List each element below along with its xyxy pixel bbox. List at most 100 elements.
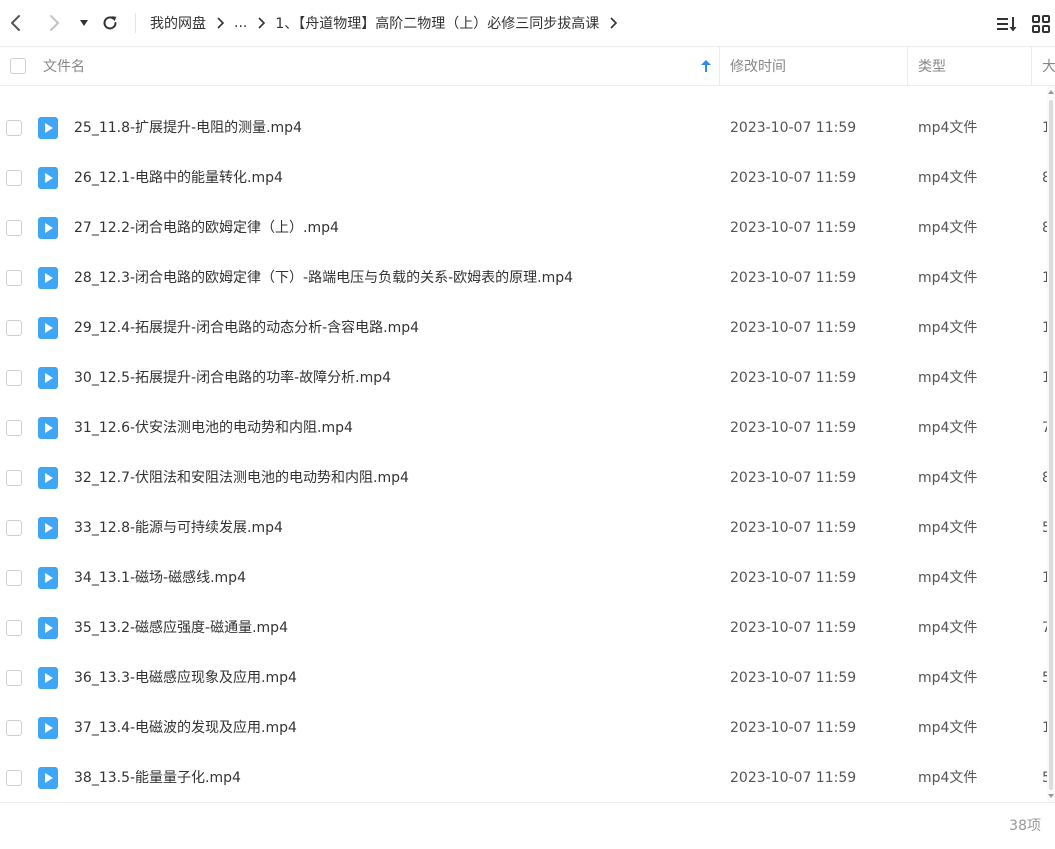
file-type: mp4文件 bbox=[918, 570, 978, 586]
row-checkbox[interactable] bbox=[6, 270, 22, 286]
file-name[interactable]: 34_13.1-磁场-磁感线.mp4 bbox=[74, 553, 246, 603]
column-divider[interactable] bbox=[907, 47, 908, 85]
row-checkbox[interactable] bbox=[6, 620, 22, 636]
top-navigation-bar: 我的网盘 ... 1、【舟道物理】高阶二物理（上）必修三同步拔高课 bbox=[0, 0, 1055, 46]
column-divider[interactable] bbox=[1031, 47, 1032, 85]
row-checkbox[interactable] bbox=[6, 370, 22, 386]
row-checkbox[interactable] bbox=[6, 420, 22, 436]
grid-view-button[interactable] bbox=[1028, 11, 1054, 37]
chevron-right-icon bbox=[50, 15, 59, 31]
row-checkbox[interactable] bbox=[6, 220, 22, 236]
file-type: mp4文件 bbox=[918, 470, 978, 486]
chevron-left-icon bbox=[11, 15, 20, 31]
file-row[interactable]: 38_13.5-能量量子化.mp4 2023-10-07 11:59 mp4文件 5 bbox=[0, 753, 1047, 802]
file-modified-time: 2023-10-07 11:59 bbox=[730, 420, 857, 436]
row-checkbox[interactable] bbox=[6, 170, 22, 186]
file-row[interactable]: 37_13.4-电磁波的发现及应用.mp4 2023-10-07 11:59 mp4… bbox=[0, 703, 1047, 753]
file-row[interactable]: 33_12.8-能源与可持续发展.mp4 2023-10-07 11:59 mp4文… bbox=[0, 503, 1047, 553]
video-file-icon bbox=[38, 467, 58, 489]
column-header-name[interactable]: 文件名 bbox=[43, 47, 85, 85]
file-name[interactable]: 31_12.6-伏安法测电池的电动势和内阻.mp4 bbox=[74, 403, 353, 453]
file-modified-time: 2023-10-07 11:59 bbox=[730, 620, 857, 636]
file-row[interactable]: 27_12.2-闭合电路的欧姆定律（上）.mp4 2023-10-07 11:59… bbox=[0, 203, 1047, 253]
row-checkbox[interactable] bbox=[6, 120, 22, 136]
sort-button[interactable] bbox=[994, 11, 1020, 37]
file-type: mp4文件 bbox=[918, 620, 978, 636]
forward-button[interactable] bbox=[40, 9, 68, 37]
scroll-up-icon[interactable] bbox=[1048, 90, 1054, 94]
file-type: mp4文件 bbox=[918, 170, 978, 186]
file-row[interactable]: 26_12.1-电路中的能量转化.mp4 2023-10-07 11:59 mp4文… bbox=[0, 153, 1047, 203]
sort-list-icon bbox=[997, 17, 1017, 32]
file-name[interactable]: 37_13.4-电磁波的发现及应用.mp4 bbox=[74, 703, 297, 753]
file-name[interactable]: 35_13.2-磁感应强度-磁通量.mp4 bbox=[74, 603, 288, 653]
file-list: 25_11.8-扩展提升-电阻的测量.mp4 2023-10-07 11:59 mp… bbox=[0, 86, 1047, 802]
file-name[interactable]: 29_12.4-拓展提升-闭合电路的动态分析-含容电路.mp4 bbox=[74, 303, 419, 353]
vertical-scrollbar[interactable] bbox=[1047, 86, 1055, 802]
file-modified-time: 2023-10-07 11:59 bbox=[730, 120, 857, 136]
column-divider[interactable] bbox=[719, 47, 720, 85]
scrollbar-thumb[interactable] bbox=[1049, 100, 1053, 790]
file-name[interactable]: 25_11.8-扩展提升-电阻的测量.mp4 bbox=[74, 103, 302, 153]
row-checkbox[interactable] bbox=[6, 570, 22, 586]
row-checkbox[interactable] bbox=[6, 670, 22, 686]
file-row[interactable]: 35_13.2-磁感应强度-磁通量.mp4 2023-10-07 11:59 mp4… bbox=[0, 603, 1047, 653]
breadcrumb-item-current-folder[interactable]: 1、【舟道物理】高阶二物理（上）必修三同步拔高课 bbox=[275, 13, 599, 33]
column-header-size[interactable]: 大 bbox=[1042, 47, 1055, 85]
file-type: mp4文件 bbox=[918, 270, 978, 286]
file-modified-time: 2023-10-07 11:59 bbox=[730, 670, 857, 686]
file-row[interactable]: 36_13.3-电磁感应现象及应用.mp4 2023-10-07 11:59 mp4… bbox=[0, 653, 1047, 703]
back-button[interactable] bbox=[2, 9, 30, 37]
caret-down-icon bbox=[80, 20, 88, 26]
refresh-button[interactable] bbox=[96, 9, 124, 37]
file-name[interactable]: 27_12.2-闭合电路的欧姆定律（上）.mp4 bbox=[74, 203, 339, 253]
file-type: mp4文件 bbox=[918, 720, 978, 736]
refresh-icon bbox=[103, 16, 117, 30]
file-name[interactable]: 32_12.7-伏阻法和安阻法测电池的电动势和内阻.mp4 bbox=[74, 453, 409, 503]
file-row[interactable]: 28_12.3-闭合电路的欧姆定律（下）-路端电压与负载的关系-欧姆表的原理.m… bbox=[0, 253, 1047, 303]
file-name[interactable]: 26_12.1-电路中的能量转化.mp4 bbox=[74, 153, 283, 203]
file-row[interactable]: 30_12.5-拓展提升-闭合电路的功率-故障分析.mp4 2023-10-07 … bbox=[0, 353, 1047, 403]
file-modified-time: 2023-10-07 11:59 bbox=[730, 370, 857, 386]
status-footer: 38项 bbox=[0, 802, 1055, 849]
history-dropdown-button[interactable] bbox=[70, 9, 98, 37]
row-checkbox[interactable] bbox=[6, 520, 22, 536]
file-modified-time: 2023-10-07 11:59 bbox=[730, 570, 857, 586]
file-row[interactable]: 32_12.7-伏阻法和安阻法测电池的电动势和内阻.mp4 2023-10-07 … bbox=[0, 453, 1047, 503]
toolbar-divider bbox=[135, 13, 136, 33]
file-row[interactable]: 29_12.4-拓展提升-闭合电路的动态分析-含容电路.mp4 2023-10-0… bbox=[0, 303, 1047, 353]
file-modified-time: 2023-10-07 11:59 bbox=[730, 170, 857, 186]
file-row[interactable]: 25_11.8-扩展提升-电阻的测量.mp4 2023-10-07 11:59 mp… bbox=[0, 103, 1047, 153]
column-header-type[interactable]: 类型 bbox=[918, 47, 946, 85]
file-type: mp4文件 bbox=[918, 520, 978, 536]
file-modified-time: 2023-10-07 11:59 bbox=[730, 320, 857, 336]
file-name[interactable]: 30_12.5-拓展提升-闭合电路的功率-故障分析.mp4 bbox=[74, 353, 391, 403]
list-item-partial[interactable] bbox=[0, 86, 1047, 100]
video-file-icon bbox=[38, 367, 58, 389]
file-row[interactable]: 31_12.6-伏安法测电池的电动势和内阻.mp4 2023-10-07 11:5… bbox=[0, 403, 1047, 453]
video-file-icon bbox=[38, 217, 58, 239]
sort-ascending-icon[interactable] bbox=[700, 59, 712, 73]
file-name[interactable]: 33_12.8-能源与可持续发展.mp4 bbox=[74, 503, 283, 553]
item-count: 38项 bbox=[1009, 818, 1041, 834]
row-checkbox[interactable] bbox=[6, 720, 22, 736]
breadcrumb-item-ellipsis[interactable]: ... bbox=[234, 15, 247, 31]
scroll-down-icon[interactable] bbox=[1048, 794, 1054, 798]
file-type: mp4文件 bbox=[918, 120, 978, 136]
breadcrumb-item-root[interactable]: 我的网盘 bbox=[150, 13, 206, 33]
file-name[interactable]: 36_13.3-电磁感应现象及应用.mp4 bbox=[74, 653, 297, 703]
row-checkbox[interactable] bbox=[6, 320, 22, 336]
row-checkbox[interactable] bbox=[6, 470, 22, 486]
file-name[interactable]: 38_13.5-能量量子化.mp4 bbox=[74, 753, 241, 802]
column-header-modified[interactable]: 修改时间 bbox=[730, 47, 786, 85]
select-all-checkbox[interactable] bbox=[10, 58, 26, 74]
video-file-icon bbox=[38, 267, 58, 289]
file-name[interactable]: 28_12.3-闭合电路的欧姆定律（下）-路端电压与负载的关系-欧姆表的原理.m… bbox=[74, 253, 573, 303]
video-file-icon bbox=[38, 667, 58, 689]
video-file-icon bbox=[38, 617, 58, 639]
row-checkbox[interactable] bbox=[6, 770, 22, 786]
file-modified-time: 2023-10-07 11:59 bbox=[730, 220, 857, 236]
file-type: mp4文件 bbox=[918, 320, 978, 336]
video-file-icon bbox=[38, 167, 58, 189]
file-row[interactable]: 34_13.1-磁场-磁感线.mp4 2023-10-07 11:59 mp4文件 1 bbox=[0, 553, 1047, 603]
